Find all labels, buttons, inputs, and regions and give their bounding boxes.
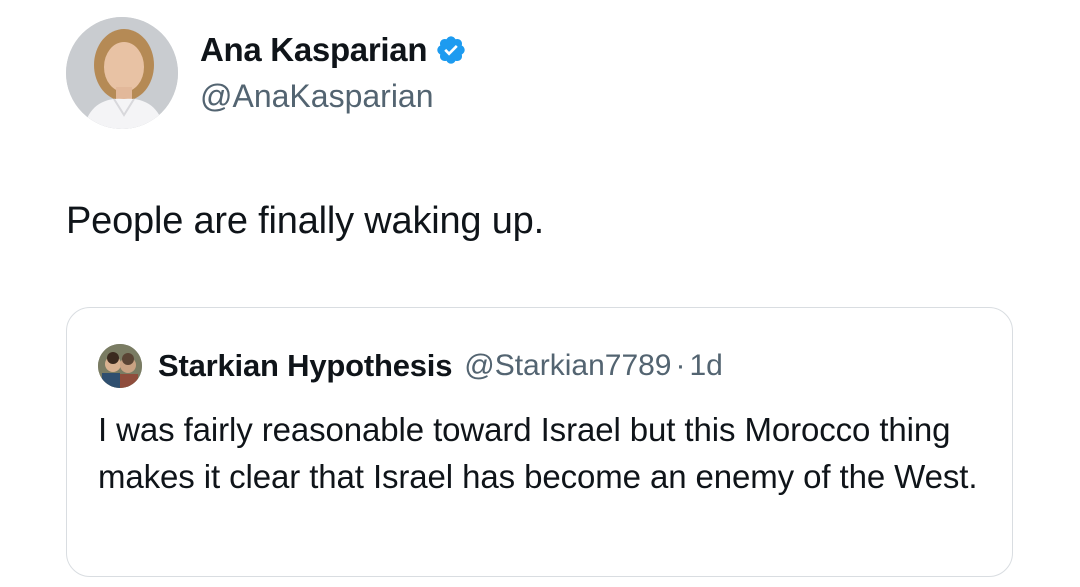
quoted-author-handle[interactable]: @Starkian7789	[464, 349, 671, 383]
tweet: Ana Kasparian @AnaKasparian People are f…	[0, 0, 1080, 587]
profile-photo-icon	[66, 17, 178, 129]
quoted-tweet-header: Starkian Hypothesis @Starkian7789 · 1d	[98, 344, 723, 388]
quoted-tweet-card[interactable]: Starkian Hypothesis @Starkian7789 · 1d I…	[66, 307, 1013, 577]
quoted-tweet-timestamp[interactable]: 1d	[690, 349, 723, 383]
quoted-tweet-text: I was fairly reasonable toward Israel bu…	[98, 411, 978, 495]
verified-badge-icon[interactable]	[435, 34, 467, 66]
meta-separator: ·	[675, 349, 686, 382]
author-name-row: Ana Kasparian	[200, 28, 467, 72]
author-display-name[interactable]: Ana Kasparian	[200, 31, 427, 69]
author-handle[interactable]: @AnaKasparian	[200, 78, 434, 115]
author-avatar[interactable]	[66, 17, 178, 129]
quoted-author-display-name[interactable]: Starkian Hypothesis	[158, 348, 452, 384]
quoted-author-avatar[interactable]	[98, 344, 142, 388]
tweet-text: People are finally waking up.	[66, 200, 544, 242]
profile-photo-icon	[98, 344, 142, 388]
